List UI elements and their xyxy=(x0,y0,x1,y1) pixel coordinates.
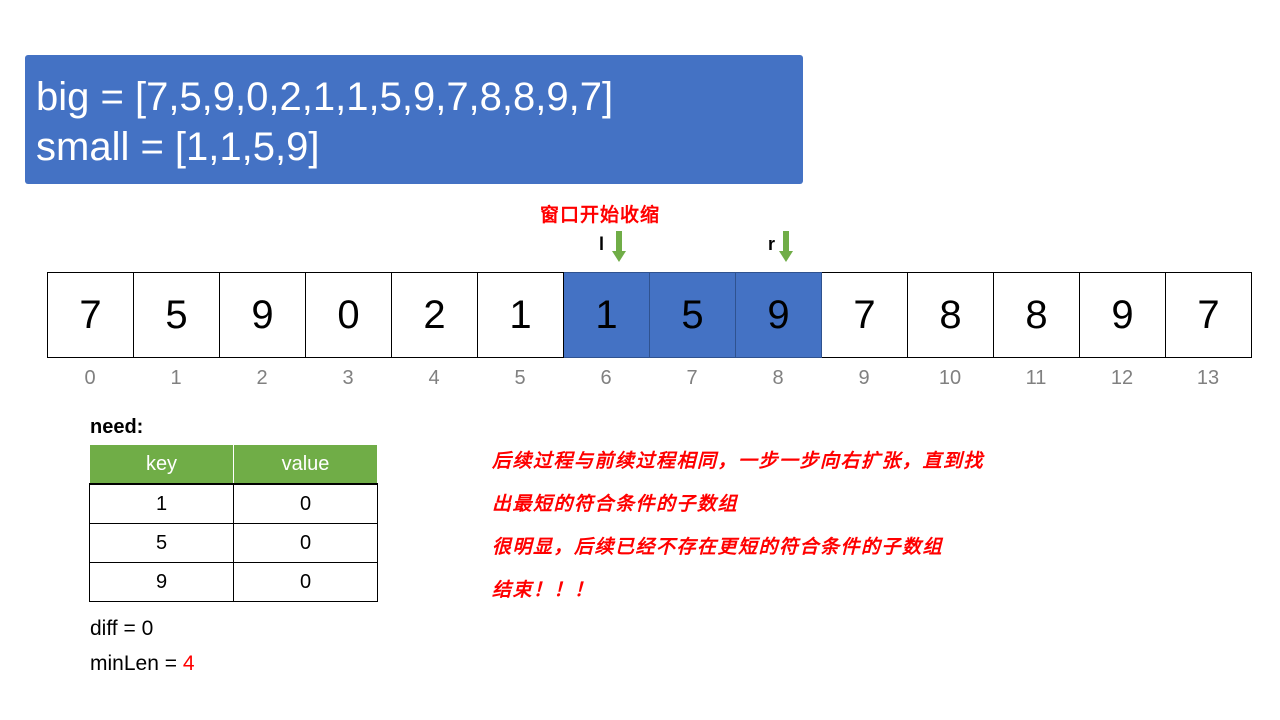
array-cell: 7 xyxy=(1166,272,1252,358)
array-cell: 9 xyxy=(220,272,306,358)
array-index-row: 0 1 2 3 4 5 6 7 8 9 10 11 12 13 xyxy=(47,367,1251,390)
array-index-label: 13 xyxy=(1196,367,1220,389)
need-key-cell: 5 xyxy=(89,523,234,563)
array-cell: 5 xyxy=(650,272,736,358)
big-array-cells: 75902115978897 xyxy=(47,272,1252,358)
array-cell: 2 xyxy=(392,272,478,358)
big-array-definition: big = [7,5,9,0,2,1,1,5,9,7,8,8,9,7] xyxy=(36,75,614,119)
diff-readout: diff = 0 xyxy=(90,617,154,640)
need-header-value: value xyxy=(233,444,378,485)
conclusion-line-1: 后续过程与前续过程相同，一步一步向右扩张，直到找 xyxy=(492,450,985,472)
array-cell: 9 xyxy=(1080,272,1166,358)
minlen-value: 4 xyxy=(182,652,195,675)
array-index-label: 7 xyxy=(686,367,698,389)
need-key-cell: 9 xyxy=(89,562,234,602)
minlen-label: minLen = xyxy=(90,652,183,675)
array-cell: 1 xyxy=(564,272,650,358)
array-cell: 7 xyxy=(822,272,908,358)
array-cell: 8 xyxy=(908,272,994,358)
need-header-key: key xyxy=(89,444,234,485)
window-shrink-note: 窗口开始收缩 xyxy=(540,204,661,226)
array-definition-banner: big = [7,5,9,0,2,1,1,5,9,7,8,8,9,7] smal… xyxy=(25,55,803,184)
array-index-label: 9 xyxy=(858,367,870,389)
array-cell: 8 xyxy=(994,272,1080,358)
conclusion-line-4: 结束！！！ xyxy=(492,579,595,601)
array-index-label: 12 xyxy=(1110,367,1134,389)
array-cell: 7 xyxy=(48,272,134,358)
small-array-definition: small = [1,1,5,9] xyxy=(36,125,320,169)
right-pointer-label: r xyxy=(768,234,776,254)
array-index-label: 2 xyxy=(256,367,268,389)
table-row: 9 0 xyxy=(89,562,378,602)
table-row: 5 0 xyxy=(89,523,378,563)
array-cell: 5 xyxy=(134,272,220,358)
array-index-label: 6 xyxy=(600,367,612,389)
array-index-label: 8 xyxy=(772,367,784,389)
conclusion-line-3: 很明显，后续已经不存在更短的符合条件的子数组 xyxy=(492,536,944,558)
array-index-label: 4 xyxy=(428,367,440,389)
array-cell: 1 xyxy=(478,272,564,358)
need-map-table: key value 1 0 5 0 9 0 xyxy=(89,444,378,602)
array-index-label: 11 xyxy=(1025,367,1047,389)
need-table-header-row: key value xyxy=(89,444,378,485)
need-value-cell: 0 xyxy=(233,562,378,602)
array-index-label: 5 xyxy=(514,367,526,389)
table-row: 1 0 xyxy=(89,483,378,524)
need-map-label: need: xyxy=(90,416,144,438)
right-pointer-arrow-icon xyxy=(779,231,793,262)
array-index-label: 1 xyxy=(170,367,182,389)
array-index-label: 10 xyxy=(938,367,962,389)
array-cell: 0 xyxy=(306,272,392,358)
need-value-cell: 0 xyxy=(233,483,378,524)
left-pointer-label: l xyxy=(599,234,605,254)
need-key-cell: 1 xyxy=(89,483,234,524)
left-pointer-arrow-icon xyxy=(612,231,626,262)
minlen-readout: minLen = 4 xyxy=(90,652,195,676)
array-index-label: 3 xyxy=(342,367,354,389)
conclusion-line-2: 出最短的符合条件的子数组 xyxy=(492,493,739,515)
array-cell: 9 xyxy=(736,272,822,358)
need-value-cell: 0 xyxy=(233,523,378,563)
array-index-label: 0 xyxy=(84,367,96,389)
